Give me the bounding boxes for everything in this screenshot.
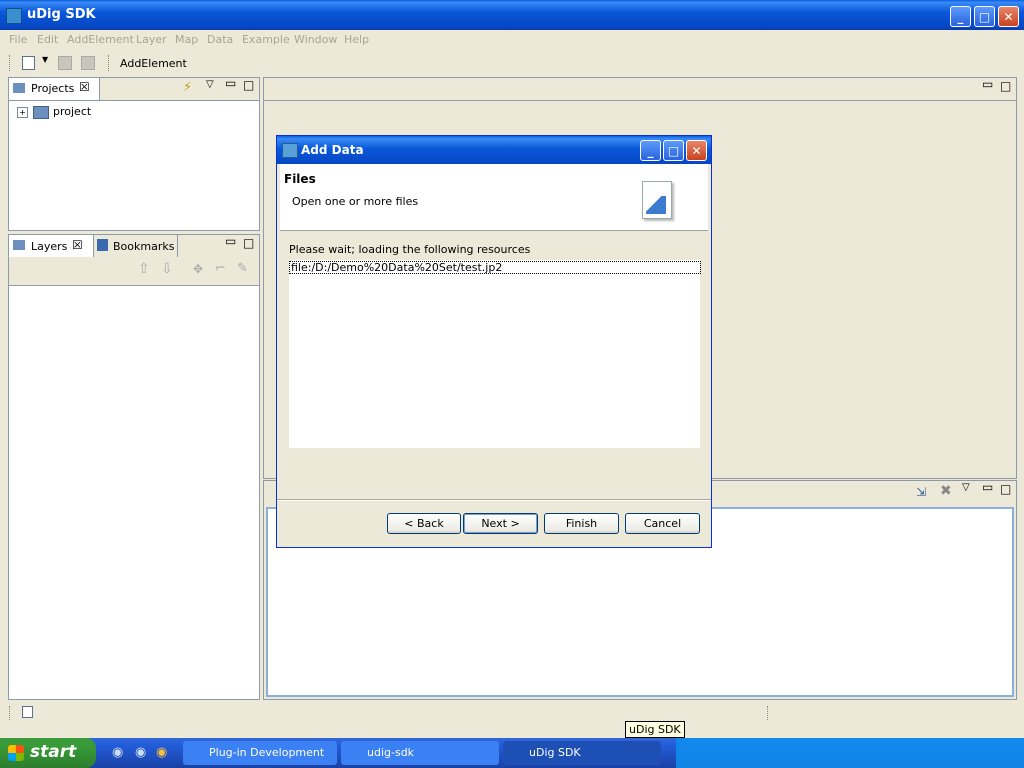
- bookmarks-icon: [97, 239, 108, 251]
- status-grip: [9, 706, 11, 720]
- minimize-view-icon[interactable]: ▭: [982, 480, 993, 494]
- quicklaunch-ie-icon[interactable]: ◉: [112, 745, 123, 760]
- menu-data[interactable]: Data: [207, 33, 233, 46]
- back-button[interactable]: < Back: [387, 513, 461, 534]
- projects-view: Projects ☒ ⚡ ▽ ▭ □ + project: [8, 76, 260, 231]
- bookmarks-tab-label: Bookmarks: [113, 240, 175, 253]
- menu-addelement[interactable]: AddElement: [67, 33, 134, 46]
- maximize-view-icon[interactable]: □: [1000, 79, 1011, 93]
- window-title: uDig SDK: [27, 7, 96, 22]
- menu-layer[interactable]: Layer: [136, 33, 167, 46]
- tab-layers[interactable]: Layers ☒: [9, 235, 94, 257]
- dialog-icon: [282, 143, 298, 158]
- toolbar-separator: [108, 55, 110, 71]
- menu-help[interactable]: Help: [344, 33, 369, 46]
- close-button[interactable]: ✕: [998, 6, 1019, 27]
- menu-example[interactable]: Example: [242, 33, 290, 46]
- maximize-view-icon[interactable]: □: [243, 78, 254, 92]
- taskbar-item-label: uDig SDK: [529, 746, 581, 759]
- loading-message: Please wait; loading the following resou…: [289, 243, 531, 256]
- taskbar-item-label: Plug-in Development: [209, 746, 325, 759]
- close-tab-icon[interactable]: ☒: [72, 238, 83, 252]
- finish-button[interactable]: Finish: [544, 513, 619, 534]
- menu-file[interactable]: File: [9, 33, 27, 46]
- windows-logo-icon: [8, 745, 24, 761]
- expand-icon[interactable]: +: [17, 107, 28, 118]
- clear-icon[interactable]: ✖: [940, 483, 952, 499]
- dialog-heading: Files: [284, 172, 316, 186]
- maximize-view-icon[interactable]: □: [243, 236, 254, 250]
- list-item[interactable]: file:/D:/Demo%20Data%20Set/test.jp2: [289, 261, 701, 274]
- status-bar: [0, 702, 1024, 724]
- projects-tab-label: Projects: [31, 82, 75, 95]
- new-dropdown-icon[interactable]: ▼: [42, 55, 48, 64]
- dialog-minimize-button[interactable]: _: [640, 140, 661, 161]
- style-icon[interactable]: ⌐: [215, 261, 226, 276]
- maximize-button[interactable]: □: [974, 6, 995, 27]
- toolbar-grip: [9, 55, 11, 71]
- taskbar-item-udig-sdk[interactable]: uDig SDK: [503, 741, 661, 765]
- tooltip: uDig SDK: [625, 721, 685, 738]
- cancel-button[interactable]: Cancel: [625, 513, 700, 534]
- minimize-view-icon[interactable]: ▭: [982, 77, 993, 91]
- move-up-icon[interactable]: ⇧: [138, 261, 150, 277]
- taskbar-item-label: udig-sdk: [367, 746, 415, 759]
- taskbar-item-udig-sdk-folder[interactable]: udig-sdk: [341, 741, 499, 765]
- quicklaunch-media-icon[interactable]: ◉: [135, 745, 146, 760]
- project-icon: [33, 106, 49, 119]
- layers-icon: [13, 240, 25, 250]
- minimize-view-icon[interactable]: ▭: [225, 234, 236, 248]
- dialog-title: Add Data: [301, 143, 364, 157]
- view-menu-icon[interactable]: ▽: [206, 79, 214, 90]
- file-wizard-icon: [642, 181, 672, 219]
- projects-icon: [13, 83, 25, 93]
- main-title-bar[interactable]: uDig SDK _ □ ✕: [0, 0, 1024, 30]
- status-separator: [767, 706, 769, 720]
- link-icon[interactable]: ⚡: [183, 80, 192, 95]
- menu-map[interactable]: Map: [175, 33, 198, 46]
- quicklaunch-browser-icon[interactable]: ◉: [156, 745, 167, 760]
- view-menu-icon[interactable]: ▽: [962, 482, 970, 493]
- save-icon[interactable]: [58, 56, 72, 70]
- projects-tree: + project: [9, 100, 259, 230]
- dialog-maximize-button[interactable]: □: [663, 140, 684, 161]
- system-tray: [676, 738, 1024, 768]
- export-icon[interactable]: ⇲: [916, 485, 926, 499]
- menu-edit[interactable]: Edit: [37, 33, 58, 46]
- save-all-icon[interactable]: [81, 56, 95, 70]
- add-data-dialog: Add Data _ □ ✕ Files Open one or more fi…: [276, 135, 712, 548]
- dialog-title-bar[interactable]: Add Data _ □ ✕: [277, 136, 711, 164]
- dialog-subheading: Open one or more files: [292, 195, 419, 208]
- layers-view: Layers ☒ Bookmarks ▭ □ ⇧ ⇩ ✥ ⌐ ✎: [8, 234, 260, 700]
- layers-list: [9, 285, 259, 699]
- taskbar-item-plugin[interactable]: Plug-in Development: [183, 741, 337, 765]
- layers-tab-label: Layers: [31, 240, 68, 253]
- new-icon[interactable]: [22, 56, 35, 70]
- edit-layer-icon[interactable]: ✎: [237, 261, 248, 276]
- dialog-header: Files Open one or more files: [280, 164, 708, 231]
- menu-window[interactable]: Window: [294, 33, 337, 46]
- add-element-button[interactable]: AddElement: [120, 57, 187, 70]
- move-down-icon[interactable]: ⇩: [161, 261, 173, 277]
- dialog-close-button[interactable]: ✕: [686, 140, 707, 161]
- resource-item-label: file:/D:/Demo%20Data%20Set/test.jp2: [291, 261, 503, 274]
- resource-list[interactable]: file:/D:/Demo%20Data%20Set/test.jp2: [289, 260, 701, 448]
- tab-bookmarks[interactable]: Bookmarks: [93, 235, 178, 257]
- tree-item-project[interactable]: project: [53, 105, 91, 118]
- app-icon: [6, 8, 22, 24]
- maximize-view-icon[interactable]: □: [1000, 482, 1011, 496]
- minimize-button[interactable]: _: [950, 6, 971, 27]
- main-toolbar: ▼ AddElement: [0, 51, 1024, 75]
- close-tab-icon[interactable]: ☒: [79, 80, 90, 94]
- next-button[interactable]: Next >: [463, 513, 538, 534]
- fast-view-icon[interactable]: [22, 706, 33, 718]
- start-button[interactable]: start: [0, 738, 96, 768]
- editor-divider: [264, 100, 1016, 101]
- minimize-view-icon[interactable]: ▭: [225, 76, 236, 90]
- dialog-separator: [277, 499, 711, 501]
- start-label: start: [30, 742, 77, 762]
- tab-projects[interactable]: Projects ☒: [9, 78, 100, 100]
- menu-bar: File Edit AddElement Layer Map Data Exam…: [0, 30, 1024, 50]
- zoom-layer-icon[interactable]: ✥: [193, 262, 203, 276]
